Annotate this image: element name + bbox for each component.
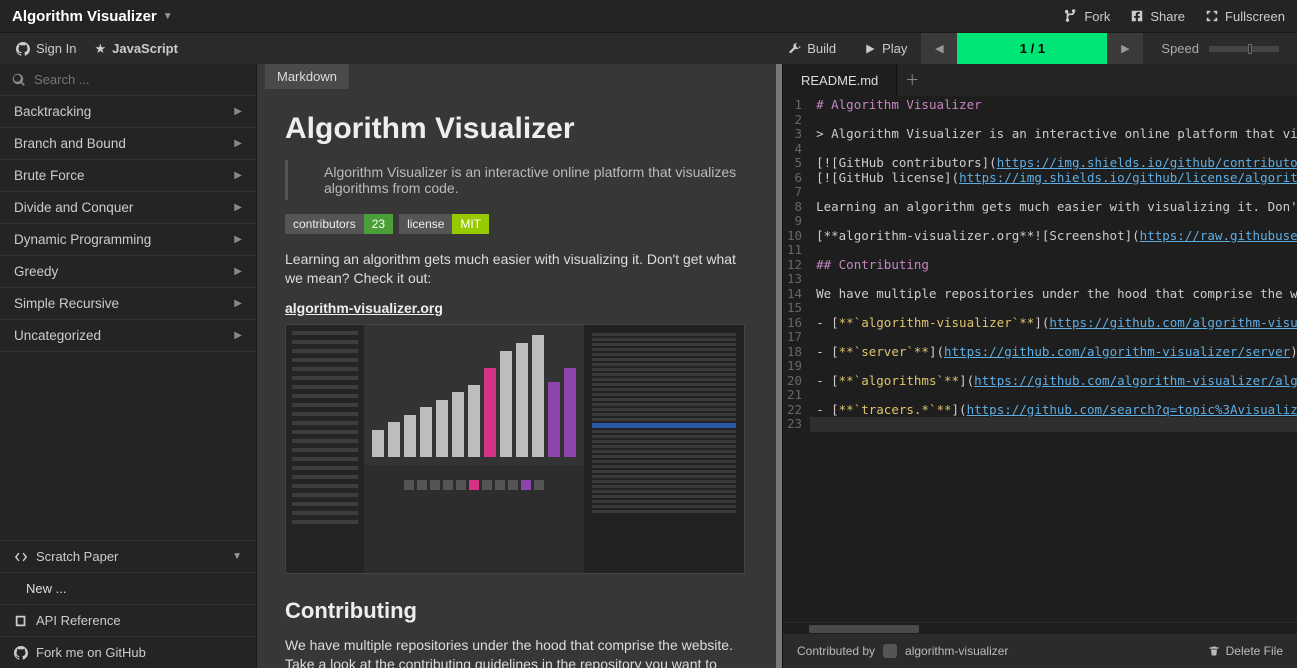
chevron-right-icon: ▶	[234, 234, 242, 245]
markdown-h2: Contributing	[285, 598, 754, 624]
chevron-right-icon: ▶	[234, 298, 242, 309]
github-icon	[16, 42, 30, 56]
avatar	[883, 644, 897, 658]
plus-icon: ＋	[905, 70, 919, 90]
markdown-h1: Algorithm Visualizer	[285, 112, 754, 146]
wrench-icon	[789, 43, 801, 55]
editor-tab[interactable]: README.md	[783, 64, 897, 96]
build-button[interactable]: Build	[775, 33, 850, 64]
badge-contributors: contributors23	[285, 214, 393, 234]
panel-resize-handle[interactable]	[776, 64, 782, 668]
chevron-down-icon: ▼	[163, 11, 173, 22]
chevron-right-icon: ▶	[234, 330, 242, 341]
signin-button[interactable]: Sign In	[16, 41, 76, 56]
chevron-right-icon: ▶	[234, 202, 242, 213]
sidebar-item-branch-and-bound[interactable]: Branch and Bound▶	[0, 128, 256, 160]
app-title[interactable]: Algorithm Visualizer ▼	[12, 8, 173, 25]
horizontal-scrollbar[interactable]	[783, 622, 1297, 634]
fullscreen-button[interactable]: Fullscreen	[1205, 9, 1285, 24]
chevron-right-icon: ▶	[1121, 42, 1129, 55]
code-icon	[14, 550, 28, 564]
sidebar-item-dynamic-programming[interactable]: Dynamic Programming▶	[0, 224, 256, 256]
toolbar: Sign In ★ JavaScript Build Play ◀ 1 / 1 …	[0, 32, 1297, 64]
trash-icon	[1208, 645, 1220, 657]
api-reference-link[interactable]: API Reference	[0, 605, 256, 637]
book-icon	[14, 614, 28, 628]
sidebar-item-backtracking[interactable]: Backtracking▶	[0, 96, 256, 128]
play-icon	[864, 43, 876, 55]
step-back-button[interactable]: ◀	[921, 33, 957, 64]
sidebar-item-simple-recursive[interactable]: Simple Recursive▶	[0, 288, 256, 320]
add-tab-button[interactable]: ＋	[897, 64, 927, 96]
sidebar-item-divide-and-conquer[interactable]: Divide and Conquer▶	[0, 192, 256, 224]
language-selector[interactable]: ★ JavaScript	[94, 41, 177, 57]
markdown-p1: Learning an algorithm gets much easier w…	[285, 250, 754, 288]
visualizer-panel: Markdown Algorithm Visualizer Algorithm …	[257, 64, 782, 668]
search-icon	[12, 73, 26, 87]
speed-control: Speed	[1143, 41, 1297, 56]
top-header: Algorithm Visualizer ▼ Fork Share Fullsc…	[0, 0, 1297, 32]
site-link[interactable]: algorithm-visualizer.org	[285, 300, 754, 316]
step-forward-button[interactable]: ▶	[1107, 33, 1143, 64]
badge-license: licenseMIT	[399, 214, 489, 234]
editor-tabs: README.md ＋	[783, 64, 1297, 96]
fullscreen-icon	[1205, 9, 1219, 23]
fork-button[interactable]: Fork	[1064, 9, 1110, 24]
delete-file-button[interactable]: Delete File	[1208, 644, 1283, 658]
sidebar: Backtracking▶Branch and Bound▶Brute Forc…	[0, 64, 257, 668]
chevron-right-icon: ▶	[234, 138, 242, 149]
categories-list: Backtracking▶Branch and Bound▶Brute Forc…	[0, 96, 256, 540]
fork-icon	[1064, 9, 1078, 23]
sidebar-item-greedy[interactable]: Greedy▶	[0, 256, 256, 288]
step-counter: 1 / 1	[957, 33, 1107, 64]
contributor-link[interactable]: algorithm-visualizer	[905, 644, 1008, 658]
editor-panel: README.md ＋ 1234567891011121314151617181…	[782, 64, 1297, 668]
editor-footer: Contributed by algorithm-visualizer Dele…	[783, 634, 1297, 668]
panel-tab-markdown[interactable]: Markdown	[265, 64, 349, 89]
sidebar-item-brute-force[interactable]: Brute Force▶	[0, 160, 256, 192]
share-button[interactable]: Share	[1130, 9, 1185, 24]
markdown-p2: We have multiple repositories under the …	[285, 636, 754, 668]
github-fork-link[interactable]: Fork me on GitHub	[0, 637, 256, 668]
new-scratch-button[interactable]: New ...	[0, 573, 256, 605]
sidebar-item-uncategorized[interactable]: Uncategorized▶	[0, 320, 256, 352]
app-title-text: Algorithm Visualizer	[12, 8, 157, 25]
speed-slider[interactable]	[1209, 46, 1279, 52]
sidebar-bottom: Scratch Paper ▼ New ... API Reference Fo…	[0, 540, 256, 668]
markdown-blockquote: Algorithm Visualizer is an interactive o…	[285, 160, 754, 200]
scratch-paper-row[interactable]: Scratch Paper ▼	[0, 541, 256, 573]
chevron-right-icon: ▶	[234, 170, 242, 181]
chevron-right-icon: ▶	[234, 266, 242, 277]
github-icon	[14, 646, 28, 660]
chevron-right-icon: ▶	[234, 106, 242, 117]
search-row	[0, 64, 256, 96]
code-editor[interactable]: 1234567891011121314151617181920212223 # …	[783, 96, 1297, 622]
play-button[interactable]: Play	[850, 33, 921, 64]
markdown-content: Algorithm Visualizer Algorithm Visualize…	[257, 64, 782, 668]
screenshot-preview	[285, 324, 745, 574]
search-input[interactable]	[34, 72, 244, 87]
badges-row: contributors23 licenseMIT	[285, 214, 754, 234]
facebook-icon	[1130, 9, 1144, 23]
star-icon: ★	[94, 41, 106, 57]
chevron-left-icon: ◀	[935, 42, 943, 55]
chevron-down-icon: ▼	[232, 551, 242, 562]
